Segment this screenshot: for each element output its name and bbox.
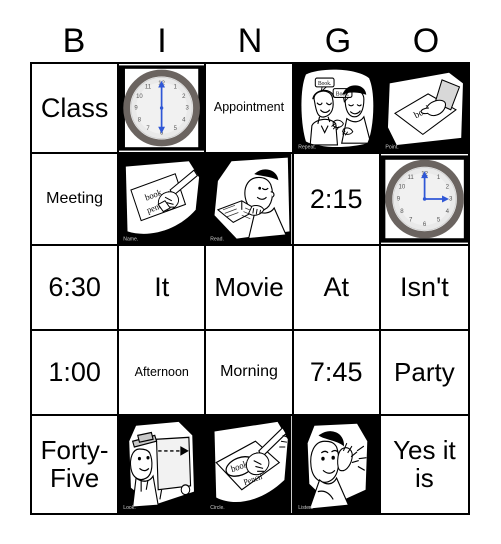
cell-label: 6:30 [48,272,101,303]
bingo-cell-n5[interactable]: book Pencil Circle. [206,416,294,513]
bingo-cell-i5[interactable]: Look. [119,416,207,513]
svg-text:10: 10 [398,184,405,191]
picture-caption-text: Point. [385,144,398,150]
bingo-cell-o2[interactable]: 1212 345 678 91011 [380,154,468,246]
bingo-cell-i1[interactable]: 1212 345 678 91011 [119,64,207,154]
cell-label: Class [40,92,109,123]
hand-circling-word-icon: book Pencil Circle. [206,416,292,513]
bingo-cell-o4[interactable]: Party [380,331,468,416]
picture-caption-text: Look. [123,505,136,511]
cell-label: Isn't [400,272,449,303]
bingo-cell-n1[interactable]: Appointment [206,64,294,154]
picture-caption-text: Listen. [298,505,313,511]
cell-label: 1:00 [48,357,101,388]
bingo-cell-g1[interactable]: Book. Book. Repeat. [293,64,381,154]
analog-clock-icon: 1212 345 678 91011 [119,64,205,152]
bingo-cell-o1[interactable]: book Point. [380,64,468,154]
person-listening-icon: Listen. [293,416,379,513]
bingo-cell-o5[interactable]: Yes it is [380,416,468,513]
analog-clock-icon: 1212 345 678 91011 [380,154,468,244]
picture-caption-text: Read. [211,236,225,242]
bingo-cell-i3[interactable]: It [119,246,207,331]
cell-label: At [323,272,349,303]
cell-label: Afternoon [134,364,189,379]
cell-label: Yes it is [393,435,456,493]
picture-caption-text: Repeat. [298,144,316,150]
bingo-cell-b4[interactable]: 1:00 [32,331,120,416]
cell-label: Meeting [46,189,104,207]
bingo-cell-b3[interactable]: 6:30 [32,246,120,331]
cell-label: It [154,272,170,303]
hand-pointing-at-paper-icon: book Point. [380,64,468,152]
header-letter-i: I [157,22,167,60]
svg-text:Book.: Book. [318,81,332,87]
bingo-cell-n4[interactable]: Morning [206,331,294,416]
cell-label: Movie [214,271,284,302]
bingo-cell-g5[interactable]: Listen. [293,416,381,513]
bingo-cell-g2[interactable]: 2:15 [293,154,381,246]
header-letter-g: G [324,22,352,60]
bingo-grid: Class 1212 345 678 91011 [30,62,470,515]
bingo-cell-g3[interactable]: At [293,246,381,331]
bingo-cell-b1[interactable]: Class [32,64,120,154]
cell-label: Appointment [213,100,285,115]
bingo-cell-n3[interactable]: Movie [206,246,294,331]
bingo-cell-g4[interactable]: 7:45 [293,331,381,416]
header-letter-n: N [237,22,263,60]
cell-label: Morning [220,363,278,381]
bingo-header-row: B I N G O [30,20,470,62]
svg-text:11: 11 [407,174,414,181]
person-reading-book-icon: Read. [206,154,292,244]
bingo-cell-n2[interactable]: Read. [206,154,294,246]
bingo-cell-b2[interactable]: Meeting [32,154,120,246]
cell-label: 7:45 [309,357,363,388]
bingo-cell-i2[interactable]: book pencil Name. [119,154,207,246]
person-looking-at-board-icon: Look. [119,416,205,513]
header-letter-b: B [62,22,86,60]
two-people-speaking-icon: Book. Book. Repeat. [293,64,379,152]
cell-label: Forty-Five [40,435,109,493]
bingo-card: B I N G O Class 1212 345 678 [0,0,501,544]
header-letter-o: O [412,22,440,60]
cell-label: 2:15 [309,183,363,214]
hand-writing-name-on-paper-icon: book pencil Name. [119,154,205,244]
bingo-cell-i4[interactable]: Afternoon [119,331,207,416]
cell-label: Party [394,356,455,387]
svg-text:11: 11 [145,84,152,90]
picture-caption-text: Name. [123,236,138,242]
picture-caption-text: Circle. [211,505,226,511]
svg-text:10: 10 [136,94,143,100]
bingo-cell-b5[interactable]: Forty-Five [32,416,120,513]
bingo-cell-o3[interactable]: Isn't [380,246,468,331]
